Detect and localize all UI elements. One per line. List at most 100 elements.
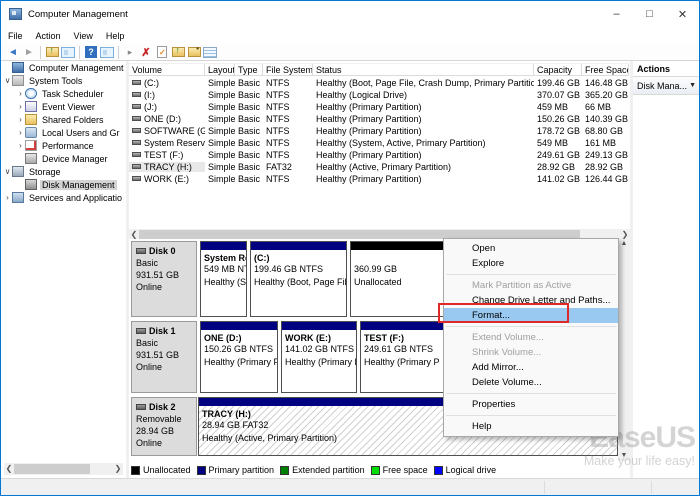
volume-row-i[interactable]: (I:) Simple Basic NTFS Healthy (Logical … [129,89,629,101]
legend-primary: Primary partition [197,465,275,475]
volume-icon [132,176,141,181]
device-manager-icon [25,153,37,164]
title-bar: Computer Management – □ ✕ [1,1,699,27]
volume-row-test-f[interactable]: TEST (F:) Simple Basic NTFS Healthy (Pri… [129,149,629,161]
tree-item-device-manager[interactable]: Device Manager [1,152,126,165]
column-layout[interactable]: Layout [205,64,235,75]
volume-row-work-e[interactable]: WORK (E:) Simple Basic NTFS Healthy (Pri… [129,173,629,185]
menu-view[interactable]: View [74,31,93,41]
system-tools-icon [12,75,24,86]
maximize-button[interactable]: □ [633,1,666,27]
volume-row-one-d[interactable]: ONE (D:) Simple Basic NTFS Healthy (Prim… [129,113,629,125]
menu-item-extend-volume: Extend Volume... [444,330,618,345]
volume-icon [132,152,141,157]
scroll-up-icon[interactable]: ▲ [618,239,630,249]
pointer-icon[interactable]: ▸ [122,45,138,59]
menu-item-delete-volume[interactable]: Delete Volume... [444,375,618,390]
tree-item-services-applications[interactable]: › Services and Applicatio [1,191,126,204]
tree-item-event-viewer[interactable]: › Event Viewer [1,100,126,113]
scroll-thumb[interactable] [14,464,90,474]
performance-icon [25,140,37,151]
forward-icon[interactable]: ► [21,45,37,59]
tree-item-local-users[interactable]: › Local Users and Gr [1,126,126,139]
partition-work-e[interactable]: WORK (E:) 141.02 GB NTFS Healthy (Primar… [281,321,357,393]
menu-item-add-mirror[interactable]: Add Mirror... [444,360,618,375]
app-icon [9,8,22,20]
volume-row-software-g[interactable]: SOFTWARE (G:) Simple Basic NTFS Healthy … [129,125,629,137]
delete-icon[interactable]: ✗ [138,45,154,59]
primary-partition-bar [282,322,356,330]
menu-item-open[interactable]: Open [444,241,618,256]
computer-management-window: Computer Management – □ ✕ File Action Vi… [0,0,700,496]
tree-item-system-tools[interactable]: ∨ System Tools [1,74,126,87]
close-button[interactable]: ✕ [666,1,699,27]
show-action-pane-icon[interactable] [99,45,115,59]
menu-item-explore[interactable]: Explore [444,256,618,271]
column-type[interactable]: Type [235,64,263,75]
menu-file[interactable]: File [8,31,23,41]
disk-management-actions-item[interactable]: Disk Mana... ▼ [633,77,699,95]
logical-swatch [434,466,443,475]
column-filesystem[interactable]: File System [263,64,313,75]
menu-separator [446,415,616,416]
actions-panel: Actions Disk Mana... ▼ [633,61,699,478]
tree-item-computer-management[interactable]: Computer Management ( [1,61,126,74]
legend-extended: Extended partition [280,465,365,475]
volume-icon [132,104,141,109]
disk1-label[interactable]: Disk 1 Basic 931.51 GB Online [131,321,197,393]
graph-vertical-scrollbar[interactable]: ▲ ▼ [618,239,630,461]
primary-partition-bar [201,322,277,330]
properties-check-icon[interactable] [154,45,170,59]
details-view-icon[interactable] [202,45,218,59]
free-space-swatch [371,466,380,475]
disk-icon [136,328,146,334]
tree-item-task-scheduler[interactable]: › Task Scheduler [1,87,126,100]
toolbar: ◄ ► ? ▸ ✗ [1,44,699,61]
unallocated-swatch [131,466,140,475]
column-capacity[interactable]: Capacity [534,64,582,75]
disk0-label[interactable]: Disk 0 Basic 931.51 GB Online [131,241,197,317]
statusbar-divider [544,481,545,494]
menu-separator [446,326,616,327]
tree-item-storage[interactable]: ∨ Storage [1,165,126,178]
menu-action[interactable]: Action [36,31,61,41]
chevron-down-icon[interactable]: ▼ [689,82,696,89]
statusbar-divider [651,481,652,494]
toolbar-separator [40,46,41,59]
partition-c[interactable]: (C:) 199.46 GB NTFS Healthy (Boot, Page … [250,241,347,317]
tree-item-disk-management[interactable]: Disk Management [1,178,126,191]
up-one-level-icon[interactable] [44,45,60,59]
column-status[interactable]: Status [313,64,534,75]
menu-item-help[interactable]: Help [444,419,618,434]
tree-item-shared-folders[interactable]: › Shared Folders [1,113,126,126]
menu-item-format[interactable]: Format... [444,308,618,323]
menu-item-properties[interactable]: Properties [444,397,618,412]
extended-swatch [280,466,289,475]
tree-horizontal-scrollbar[interactable]: ❮ ❯ [4,463,123,475]
scroll-down-icon[interactable]: ▼ [618,451,630,461]
column-volume[interactable]: Volume [129,64,205,75]
back-icon[interactable]: ◄ [5,45,21,59]
menu-item-change-drive-letter[interactable]: Change Drive Letter and Paths... [444,293,618,308]
primary-swatch [197,466,206,475]
partition-system-reserved[interactable]: System Re 549 MB NT Healthy (S [200,241,247,317]
volume-row-j[interactable]: (J:) Simple Basic NTFS Healthy (Primary … [129,101,629,113]
toolbar-separator [79,46,80,59]
partition-one-d[interactable]: ONE (D:) 150.26 GB NTFS Healthy (Primary… [200,321,278,393]
menu-item-shrink-volume: Shrink Volume... [444,345,618,360]
volume-row-c[interactable]: (C:) Simple Basic NTFS Healthy (Boot, Pa… [129,77,629,89]
volume-row-system-reserved[interactable]: System Reserved Simple Basic NTFS Health… [129,137,629,149]
export-folder-icon[interactable] [170,45,186,59]
help-icon[interactable]: ? [83,45,99,59]
menu-help[interactable]: Help [106,31,125,41]
column-freespace[interactable]: Free Space [582,64,629,75]
partition-context-menu: Open Explore Mark Partition as Active Ch… [443,238,619,437]
find-folder-icon[interactable] [186,45,202,59]
primary-partition-bar [201,242,246,250]
tree-item-performance[interactable]: › Performance [1,139,126,152]
primary-partition-bar [251,242,346,250]
disk2-label[interactable]: Disk 2 Removable 28.94 GB Online [131,397,197,456]
show-console-tree-icon[interactable] [60,45,76,59]
volume-row-tracy-h[interactable]: TRACY (H:) Simple Basic FAT32 Healthy (A… [129,161,629,173]
minimize-button[interactable]: – [600,1,633,27]
